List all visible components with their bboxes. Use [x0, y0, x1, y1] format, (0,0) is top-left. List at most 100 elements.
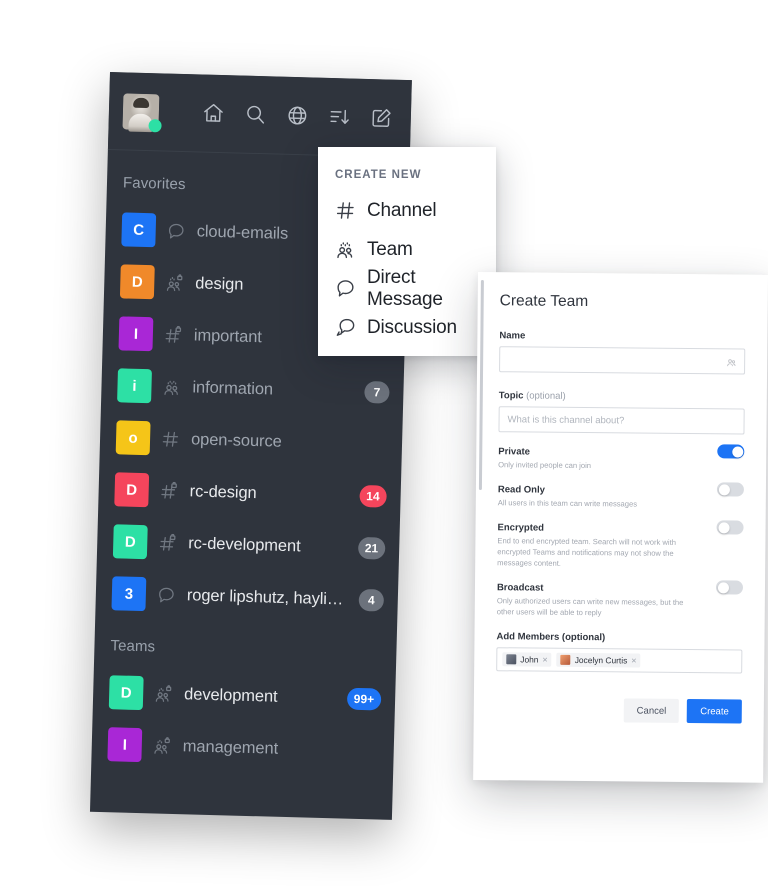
sidebar-item-label: rc-design [189, 481, 257, 502]
unread-badge: 4 [358, 588, 385, 612]
unread-badge: 7 [364, 381, 390, 404]
sidebar-item-avatar: D [112, 524, 148, 560]
toggle-knob [718, 483, 730, 495]
sidebar-item-development[interactable]: D development 99+ [93, 666, 396, 726]
sidebar-item-avatar: o [115, 420, 151, 456]
sidebar-item-management[interactable]: I management [91, 718, 394, 778]
channel-icon [335, 200, 356, 221]
create-new-item-label: Channel [367, 199, 437, 221]
sidebar-section-title: Teams [110, 637, 156, 656]
channel-private-icon [159, 481, 179, 501]
unread-badge: 14 [358, 484, 387, 508]
option-description: Only authorized users can write new mess… [496, 596, 684, 618]
dialog-actions: Cancel Create [474, 671, 764, 724]
channel-private-icon [158, 533, 178, 553]
sidebar-item-rc-development[interactable]: D rc-development 21 [97, 515, 400, 575]
team-private-icon [154, 684, 174, 704]
sidebar-item-label: information [192, 377, 274, 399]
sidebar-item-avatar: D [119, 264, 155, 300]
sidebar-item-label: open-source [190, 429, 282, 451]
option-private: Private Only invited people can join [498, 444, 745, 472]
sidebar-item-open-source[interactable]: o open-source [99, 411, 402, 471]
create-button[interactable]: Create [687, 699, 742, 724]
name-field-label: Name [499, 330, 526, 342]
toggle-knob [731, 445, 743, 458]
discussion-alt-icon [335, 317, 356, 338]
create-new-item-channel[interactable]: Channel [318, 191, 496, 230]
option-description: End to end encrypted team. Search will n… [497, 536, 677, 568]
member-avatar [506, 654, 517, 665]
avatar[interactable] [122, 92, 162, 132]
create-new-menu: CREATE NEW Channel Team Direct Message D… [318, 147, 496, 356]
member-chip[interactable]: Jocelyn Curtis × [556, 652, 641, 668]
avatar-hair [133, 97, 150, 108]
sidebar-item-label: roger lipshutz, haylie p... [186, 585, 349, 609]
sidebar-item-information[interactable]: i information 7 [101, 359, 404, 419]
sidebar-item-avatar: D [114, 472, 150, 508]
member-chip[interactable]: John × [502, 652, 552, 667]
home-icon[interactable] [202, 102, 226, 126]
option-read-only: Read Only All users in this team can wri… [497, 482, 744, 510]
toggle-knob [718, 521, 730, 533]
dialog-options: Private Only invited people can join Rea… [496, 444, 745, 619]
create-new-item-label: Discussion [367, 316, 457, 338]
option-encrypted: Encrypted End to end encrypted team. Sea… [497, 520, 744, 570]
channel-icon [161, 429, 181, 449]
add-members-input[interactable]: John × Jocelyn Curtis × [496, 647, 743, 674]
sidebar-item-roger-lipshutz-haylie-p-[interactable]: 3 roger lipshutz, haylie p... 4 [95, 567, 398, 627]
add-members-label: Add Members (optional) [496, 631, 606, 644]
dialog-title: Create Team [499, 292, 589, 311]
discussion-icon [166, 221, 186, 241]
create-new-item-team[interactable]: Team [318, 230, 496, 269]
topic-input[interactable]: What is this channel about? [498, 406, 745, 435]
create-new-item-discussion[interactable]: Discussion [318, 308, 496, 347]
discussion-icon [157, 585, 177, 605]
sidebar-item-label: management [182, 736, 279, 758]
option-name: Broadcast [496, 582, 544, 594]
sidebar-item-label: development [183, 684, 278, 706]
option-name: Private [498, 446, 531, 458]
sort-icon[interactable] [328, 105, 352, 129]
create-new-item-label: Team [367, 238, 413, 260]
toggle-encrypted[interactable] [716, 520, 744, 535]
create-new-items: Channel Team Direct Message Discussion [318, 191, 496, 347]
sidebar-item-label: rc-development [188, 533, 301, 555]
option-broadcast: Broadcast Only authorized users can writ… [496, 580, 744, 619]
create-team-dialog: Create Team Name Topic (optional) What i… [473, 272, 768, 783]
member-avatar [560, 654, 571, 665]
sidebar-item-avatar: i [117, 368, 152, 404]
topic-input-placeholder: What is this channel about? [507, 413, 625, 426]
team-icon [335, 239, 356, 260]
member-name: John [520, 654, 539, 665]
remove-member-icon[interactable]: × [542, 654, 547, 664]
toggle-read-only[interactable] [716, 482, 744, 497]
toggle-knob [717, 581, 729, 593]
sidebar-toolbar [202, 102, 400, 130]
topic-field-label: Topic (optional) [498, 390, 566, 402]
option-name: Encrypted [497, 522, 545, 534]
unread-badge: 21 [357, 536, 386, 560]
channel-private-icon [164, 325, 184, 345]
name-input[interactable] [499, 346, 746, 375]
create-new-item-direct-message[interactable]: Direct Message [318, 267, 496, 310]
team-icon[interactable] [726, 355, 737, 373]
create-new-title: CREATE NEW [335, 169, 422, 181]
sidebar-item-rc-design[interactable]: D rc-design 14 [98, 463, 401, 523]
sidebar-topbar [107, 72, 412, 159]
unread-badge: 99+ [346, 687, 382, 711]
option-description: All users in this team can write message… [497, 498, 638, 509]
sidebar-item-avatar: C [121, 212, 157, 248]
option-description: Only invited people can join [498, 460, 592, 471]
cancel-button[interactable]: Cancel [623, 698, 680, 723]
globe-icon[interactable] [286, 104, 310, 128]
sidebar-item-avatar: D [108, 675, 144, 711]
option-name: Read Only [497, 484, 545, 496]
team-private-icon [153, 736, 173, 756]
toggle-private[interactable] [717, 444, 745, 459]
compose-icon[interactable] [370, 106, 394, 130]
status-online-indicator [148, 118, 162, 132]
toggle-broadcast[interactable] [715, 580, 744, 595]
team-private-icon [165, 273, 185, 293]
search-icon[interactable] [244, 103, 268, 127]
remove-member-icon[interactable]: × [631, 655, 636, 665]
